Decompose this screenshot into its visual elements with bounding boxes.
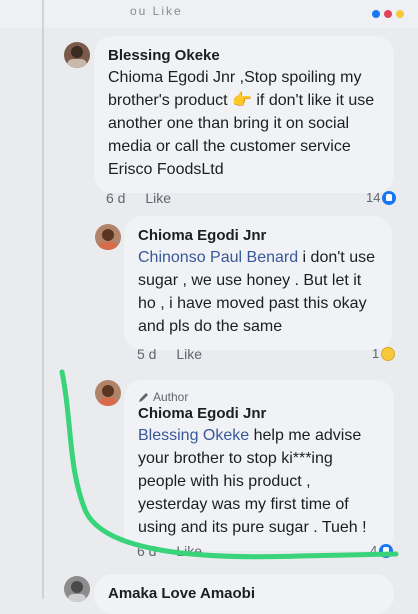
avatar[interactable]: [64, 576, 90, 602]
comment-time[interactable]: 5 d: [137, 346, 156, 362]
reply-bubble: Author Chioma Egodi Jnr Blessing Okeke h…: [124, 380, 394, 551]
comment-bubble: Blessing Okeke Chioma Egodi Jnr ,Stop sp…: [94, 36, 394, 193]
avatar[interactable]: [95, 380, 121, 406]
like-icon: [382, 190, 397, 205]
comment-text: Chinonso Paul Benard i don't use sugar ,…: [138, 246, 378, 338]
avatar-photo-icon: [99, 385, 117, 406]
comment-bubble: Amaka Love Amaobi: [94, 574, 394, 614]
reaction-count[interactable]: 14: [366, 190, 397, 205]
comment-actions: 6 d Like: [137, 543, 218, 559]
avatar-photo-icon: [68, 581, 86, 602]
reaction-number: 1: [372, 346, 380, 361]
avatar[interactable]: [64, 42, 90, 68]
laugh-icon: [396, 10, 404, 18]
comment-author[interactable]: Chioma Egodi Jnr: [138, 404, 380, 424]
reaction-count[interactable]: 4: [370, 543, 394, 558]
previous-reactions: [372, 10, 404, 18]
author-badge-label: Author: [153, 390, 189, 404]
avatar-photo-icon: [67, 46, 87, 68]
comment-text: Blessing Okeke help me advise your broth…: [138, 424, 380, 539]
comment-author[interactable]: Amaka Love Amaobi: [108, 584, 380, 604]
love-icon: [384, 10, 392, 18]
reaction-count[interactable]: 1: [372, 346, 396, 361]
reaction-number: 14: [366, 190, 381, 205]
avatar-photo-icon: [99, 229, 117, 250]
author-badge: Author: [138, 390, 380, 404]
mention-link[interactable]: Blessing Okeke: [138, 427, 249, 444]
previous-comment-actions: ou Like: [0, 0, 418, 28]
like-icon: [372, 10, 380, 18]
avatar[interactable]: [95, 224, 121, 250]
like-link[interactable]: Like: [176, 543, 202, 559]
like-icon: [379, 543, 394, 558]
comment-actions: 5 d Like: [137, 346, 218, 362]
previous-comment-action-fragment: ou Like: [130, 4, 183, 18]
comment-author[interactable]: Chioma Egodi Jnr: [138, 226, 378, 246]
mention-link[interactable]: Chinonso Paul Benard: [138, 249, 298, 266]
pencil-icon: [139, 392, 148, 402]
comment-time[interactable]: 6 d: [137, 543, 156, 559]
comment-author[interactable]: Blessing Okeke: [108, 46, 380, 66]
comment-text: Chioma Egodi Jnr ,Stop spoiling my broth…: [108, 69, 375, 178]
laugh-icon: [381, 346, 396, 361]
like-link[interactable]: Like: [145, 190, 171, 206]
like-link[interactable]: Like: [176, 346, 202, 362]
reaction-number: 4: [370, 543, 378, 558]
comment-actions: 6 d Like: [106, 190, 187, 206]
comment-time[interactable]: 6 d: [106, 190, 125, 206]
thread-line: [42, 0, 44, 599]
reply-bubble: Chioma Egodi Jnr Chinonso Paul Benard i …: [124, 216, 392, 350]
